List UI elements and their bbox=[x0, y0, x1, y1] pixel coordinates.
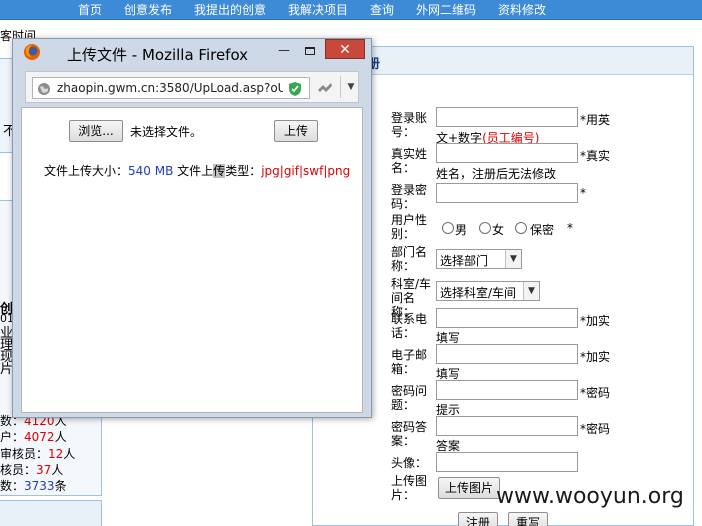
url-text: zhaopin.gwm.cn:3580/UpLoad.asp?oUp bbox=[57, 81, 283, 95]
required-mark: *用英 bbox=[580, 113, 611, 127]
nav-publish-idea[interactable]: 创意发布 bbox=[124, 1, 172, 18]
firefox-upload-window: 上传文件 - Mozilla Firefox — ✕ zhaopin.gwm.c… bbox=[12, 38, 372, 418]
gender-female-label: 女 bbox=[492, 223, 505, 237]
globe-icon bbox=[38, 83, 50, 95]
left-bottom-panel bbox=[0, 500, 102, 526]
upload-picture-button[interactable]: 上传图片 bbox=[438, 477, 500, 499]
firefox-logo-icon bbox=[24, 44, 40, 60]
stat-row: 数：3733条 bbox=[0, 479, 67, 493]
shield-check-icon[interactable] bbox=[287, 81, 303, 97]
answer-input[interactable] bbox=[436, 416, 578, 436]
label-upload-picture: 上传图片： bbox=[391, 474, 428, 502]
phone-input[interactable] bbox=[436, 308, 578, 328]
gender-female-radio[interactable] bbox=[479, 222, 491, 234]
nav-my-ideas[interactable]: 我提出的创意 bbox=[194, 1, 266, 18]
question-input[interactable] bbox=[436, 380, 578, 400]
nav-home[interactable]: 首页 bbox=[78, 1, 102, 18]
addon-icon[interactable] bbox=[317, 81, 333, 95]
reset-button[interactable]: 重写 bbox=[508, 512, 548, 526]
password-input[interactable] bbox=[436, 183, 578, 203]
real-name-hint: 姓名，注册后无法修改 bbox=[436, 167, 557, 181]
required-mark: *加实 bbox=[580, 314, 611, 328]
gender-secret-radio[interactable] bbox=[515, 222, 527, 234]
required-mark: * bbox=[580, 186, 586, 200]
window-title: 上传文件 - Mozilla Firefox bbox=[67, 46, 249, 64]
stat-row: 户：4072人 bbox=[0, 430, 67, 444]
gender-male-label: 男 bbox=[455, 223, 468, 237]
label-answer: 密码答案： bbox=[391, 420, 428, 448]
nav-search[interactable]: 查询 bbox=[370, 1, 394, 18]
required-mark: *真实 bbox=[580, 149, 611, 163]
stat-row: 审核员：12人 bbox=[0, 447, 76, 461]
label-question: 密码问题： bbox=[391, 384, 428, 412]
gender-secret-label: 保密 bbox=[530, 223, 555, 237]
real-name-input[interactable] bbox=[436, 143, 578, 163]
gender-male-radio[interactable] bbox=[442, 222, 454, 234]
label-gender: 用户性别： bbox=[391, 213, 428, 241]
maximize-icon[interactable] bbox=[301, 40, 319, 60]
watermark: www.wooyun.org bbox=[496, 484, 684, 509]
avatar-input[interactable] bbox=[436, 452, 578, 472]
label-real-name: 真实姓名： bbox=[391, 147, 428, 175]
required-mark: *密码 bbox=[580, 386, 611, 400]
label-email: 电子邮箱： bbox=[391, 348, 428, 376]
nav-my-projects[interactable]: 我解决项目 bbox=[288, 1, 348, 18]
label-login-account: 登录账号： bbox=[391, 111, 428, 139]
nav-qrcode[interactable]: 外网二维码 bbox=[416, 1, 476, 18]
chevron-down-icon: ▼ bbox=[505, 250, 521, 268]
login-account-input[interactable] bbox=[436, 107, 578, 127]
divider bbox=[340, 76, 341, 98]
label-password: 登录密码： bbox=[391, 183, 428, 211]
nav-profile[interactable]: 资料修改 bbox=[498, 1, 546, 18]
label-department: 部门名称： bbox=[391, 245, 428, 273]
register-button[interactable]: 注册 bbox=[458, 512, 498, 526]
email-input[interactable] bbox=[436, 344, 578, 364]
chevron-down-icon[interactable]: ▼ bbox=[344, 78, 358, 96]
browse-button[interactable]: 浏览... bbox=[69, 120, 123, 142]
required-mark: *加实 bbox=[580, 350, 611, 364]
department-select[interactable]: 选择部门 ▼ bbox=[436, 249, 522, 269]
required-mark: * bbox=[567, 221, 573, 235]
upload-content: 浏览... 未选择文件。 上传 文件上传大小：540 MB 文件上传类型：jpg… bbox=[21, 107, 363, 413]
label-phone: 联系电话： bbox=[391, 312, 428, 340]
label-avatar: 头像： bbox=[391, 456, 428, 470]
top-nav: 首页 创意发布 我提出的创意 我解决项目 查询 外网二维码 资料修改 bbox=[0, 0, 702, 20]
upload-info: 文件上传大小：540 MB 文件上传类型：jpg|gif|swf|png bbox=[44, 164, 351, 178]
required-mark: *密码 bbox=[580, 422, 611, 436]
url-bar: zhaopin.gwm.cn:3580/UpLoad.asp?oUp ▼ bbox=[25, 71, 359, 103]
office-select[interactable]: 选择科室/车间 ▼ bbox=[436, 281, 540, 301]
close-icon[interactable]: ✕ bbox=[325, 39, 365, 59]
chevron-down-icon: ▼ bbox=[523, 282, 539, 300]
no-file-label: 未选择文件。 bbox=[130, 125, 203, 139]
stat-row: 核员：37人 bbox=[0, 463, 64, 477]
minimize-icon[interactable]: — bbox=[275, 40, 293, 60]
upload-button[interactable]: 上传 bbox=[274, 120, 318, 142]
url-field[interactable]: zhaopin.gwm.cn:3580/UpLoad.asp?oUp bbox=[32, 77, 310, 99]
